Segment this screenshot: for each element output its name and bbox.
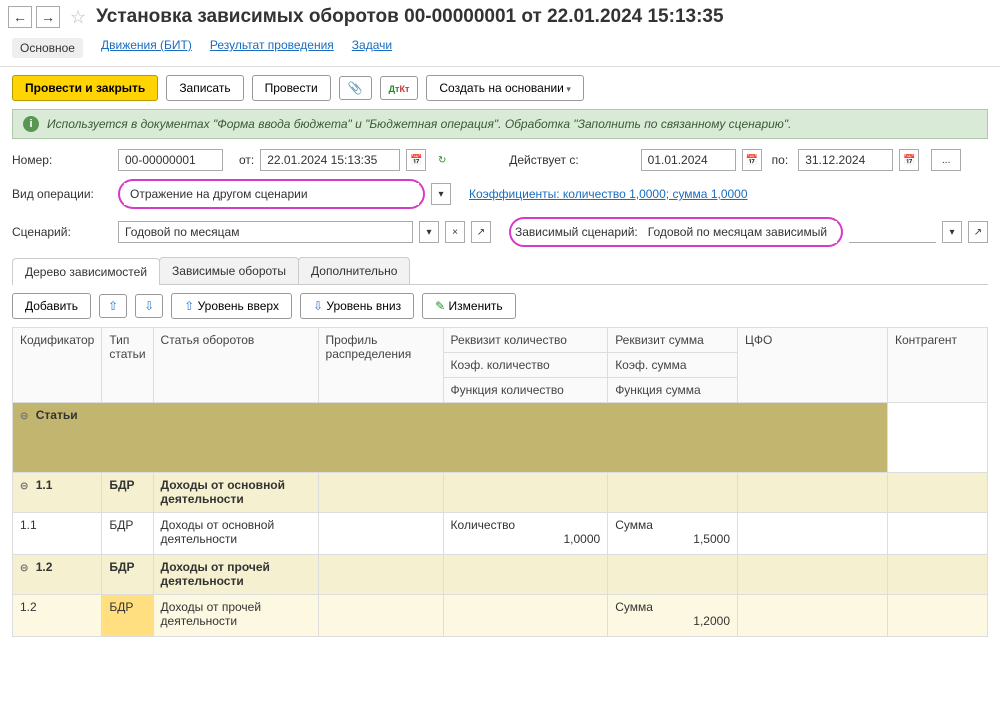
post-and-close-button[interactable]: Провести и закрыть	[12, 75, 158, 101]
calendar-from-icon[interactable]: 📅	[742, 149, 762, 171]
op-type-dropdown-icon[interactable]: ▾	[431, 183, 451, 205]
edit-row-button[interactable]: ✎ Изменить	[422, 293, 516, 319]
subtab-dependency-tree[interactable]: Дерево зависимостей	[12, 258, 160, 285]
col-profile: Профиль распределения	[318, 328, 443, 403]
subtab-additional[interactable]: Дополнительно	[298, 257, 410, 284]
calendar-icon[interactable]: 📅	[406, 149, 426, 171]
page-title: Установка зависимых оборотов 00-00000001…	[96, 6, 723, 28]
col-article: Статья оборотов	[153, 328, 318, 403]
col-func-sum: Функция сумма	[608, 378, 738, 403]
dep-scenario-open-icon[interactable]: ↗	[968, 221, 988, 243]
move-down-button[interactable]: ⇩	[135, 294, 163, 318]
create-based-on-button[interactable]: Создать на основании	[426, 75, 584, 101]
tab-posting-result[interactable]: Результат проведения	[210, 38, 334, 58]
op-type-label: Вид операции:	[12, 187, 112, 201]
scenario-dropdown-icon[interactable]: ▾	[419, 221, 439, 243]
group-row-articles[interactable]: ⊝ Статьи	[13, 403, 988, 473]
col-func-qty: Функция количество	[443, 378, 608, 403]
date-input[interactable]: 22.01.2024 15:13:35	[260, 149, 400, 171]
post-button[interactable]: Провести	[252, 75, 331, 101]
tab-main[interactable]: Основное	[12, 38, 83, 58]
from-label: от:	[239, 153, 254, 167]
col-coef-sum: Коэф. сумма	[608, 353, 738, 378]
scenario-label: Сценарий:	[12, 225, 112, 239]
dep-scenario-label: Зависимый сценарий:	[515, 225, 638, 239]
nav-back-button[interactable]: ←	[8, 6, 32, 28]
add-row-button[interactable]: Добавить	[12, 293, 91, 319]
number-input[interactable]: 00-00000001	[118, 149, 223, 171]
scenario-input[interactable]: Годовой по месяцам	[118, 221, 413, 243]
calendar-to-icon[interactable]: 📅	[899, 149, 919, 171]
info-text: Используется в документах "Форма ввода б…	[47, 117, 791, 131]
group-row-1-1[interactable]: ⊝ 1.1 БДР Доходы от основной деятельност…	[13, 473, 988, 513]
col-contragent: Контрагент	[888, 328, 988, 403]
collapse-icon[interactable]: ⊝	[20, 563, 28, 574]
scenario-open-icon[interactable]: ↗	[471, 221, 491, 243]
subtab-dependent-turnovers[interactable]: Зависимые обороты	[159, 257, 299, 284]
dependency-grid[interactable]: Кодификатор Тип статьи Статья оборотов П…	[12, 327, 988, 637]
info-bar: i Используется в документах "Форма ввода…	[12, 109, 988, 139]
active-from-label: Действует с:	[509, 153, 578, 167]
active-from-input[interactable]: 01.01.2024	[641, 149, 736, 171]
group-row-1-2[interactable]: ⊝ 1.2 БДР Доходы от прочей деятельности	[13, 555, 988, 595]
favorite-star-icon[interactable]: ☆	[70, 7, 86, 28]
level-down-button[interactable]: ⇩ Уровень вниз	[300, 293, 414, 319]
tab-tasks[interactable]: Задачи	[352, 38, 392, 58]
tab-movements-bit[interactable]: Движения (БИТ)	[101, 38, 192, 58]
table-row[interactable]: 1.2 БДР Доходы от прочей деятельности Су…	[13, 595, 988, 637]
active-to-input[interactable]: 31.12.2024	[798, 149, 893, 171]
nav-forward-button[interactable]: →	[36, 6, 60, 28]
col-cfo: ЦФО	[738, 328, 888, 403]
dep-scenario-input[interactable]: Годовой по месяцам зависимый	[642, 221, 837, 243]
move-up-button[interactable]: ⇧	[99, 294, 127, 318]
table-row[interactable]: 1.1 БДР Доходы от основной деятельности …	[13, 513, 988, 555]
dep-scenario-dropdown-icon[interactable]: ▾	[942, 221, 962, 243]
attach-icon-button[interactable]: 📎	[339, 76, 372, 100]
info-icon: i	[23, 116, 39, 132]
refresh-icon[interactable]: ↻	[432, 149, 452, 171]
to-label: по:	[772, 153, 789, 167]
col-req-sum: Реквизит сумма	[608, 328, 738, 353]
op-type-input[interactable]: Отражение на другом сценарии	[124, 183, 419, 205]
collapse-icon[interactable]: ⊝	[20, 481, 28, 492]
col-code: Кодификатор	[13, 328, 102, 403]
more-dates-button[interactable]: ...	[931, 149, 961, 171]
level-up-button[interactable]: ⇧ Уровень вверх	[171, 293, 292, 319]
col-coef-qty: Коэф. количество	[443, 353, 608, 378]
save-button[interactable]: Записать	[166, 75, 243, 101]
col-type: Тип статьи	[102, 328, 153, 403]
scenario-clear-icon[interactable]: ×	[445, 221, 465, 243]
collapse-icon[interactable]: ⊝	[20, 411, 28, 422]
dtkt-icon-button[interactable]: ДтКт	[380, 76, 419, 100]
coefficients-link[interactable]: Коэффициенты: количество 1,0000; сумма 1…	[469, 187, 748, 201]
col-req-qty: Реквизит количество	[443, 328, 608, 353]
number-label: Номер:	[12, 153, 112, 167]
